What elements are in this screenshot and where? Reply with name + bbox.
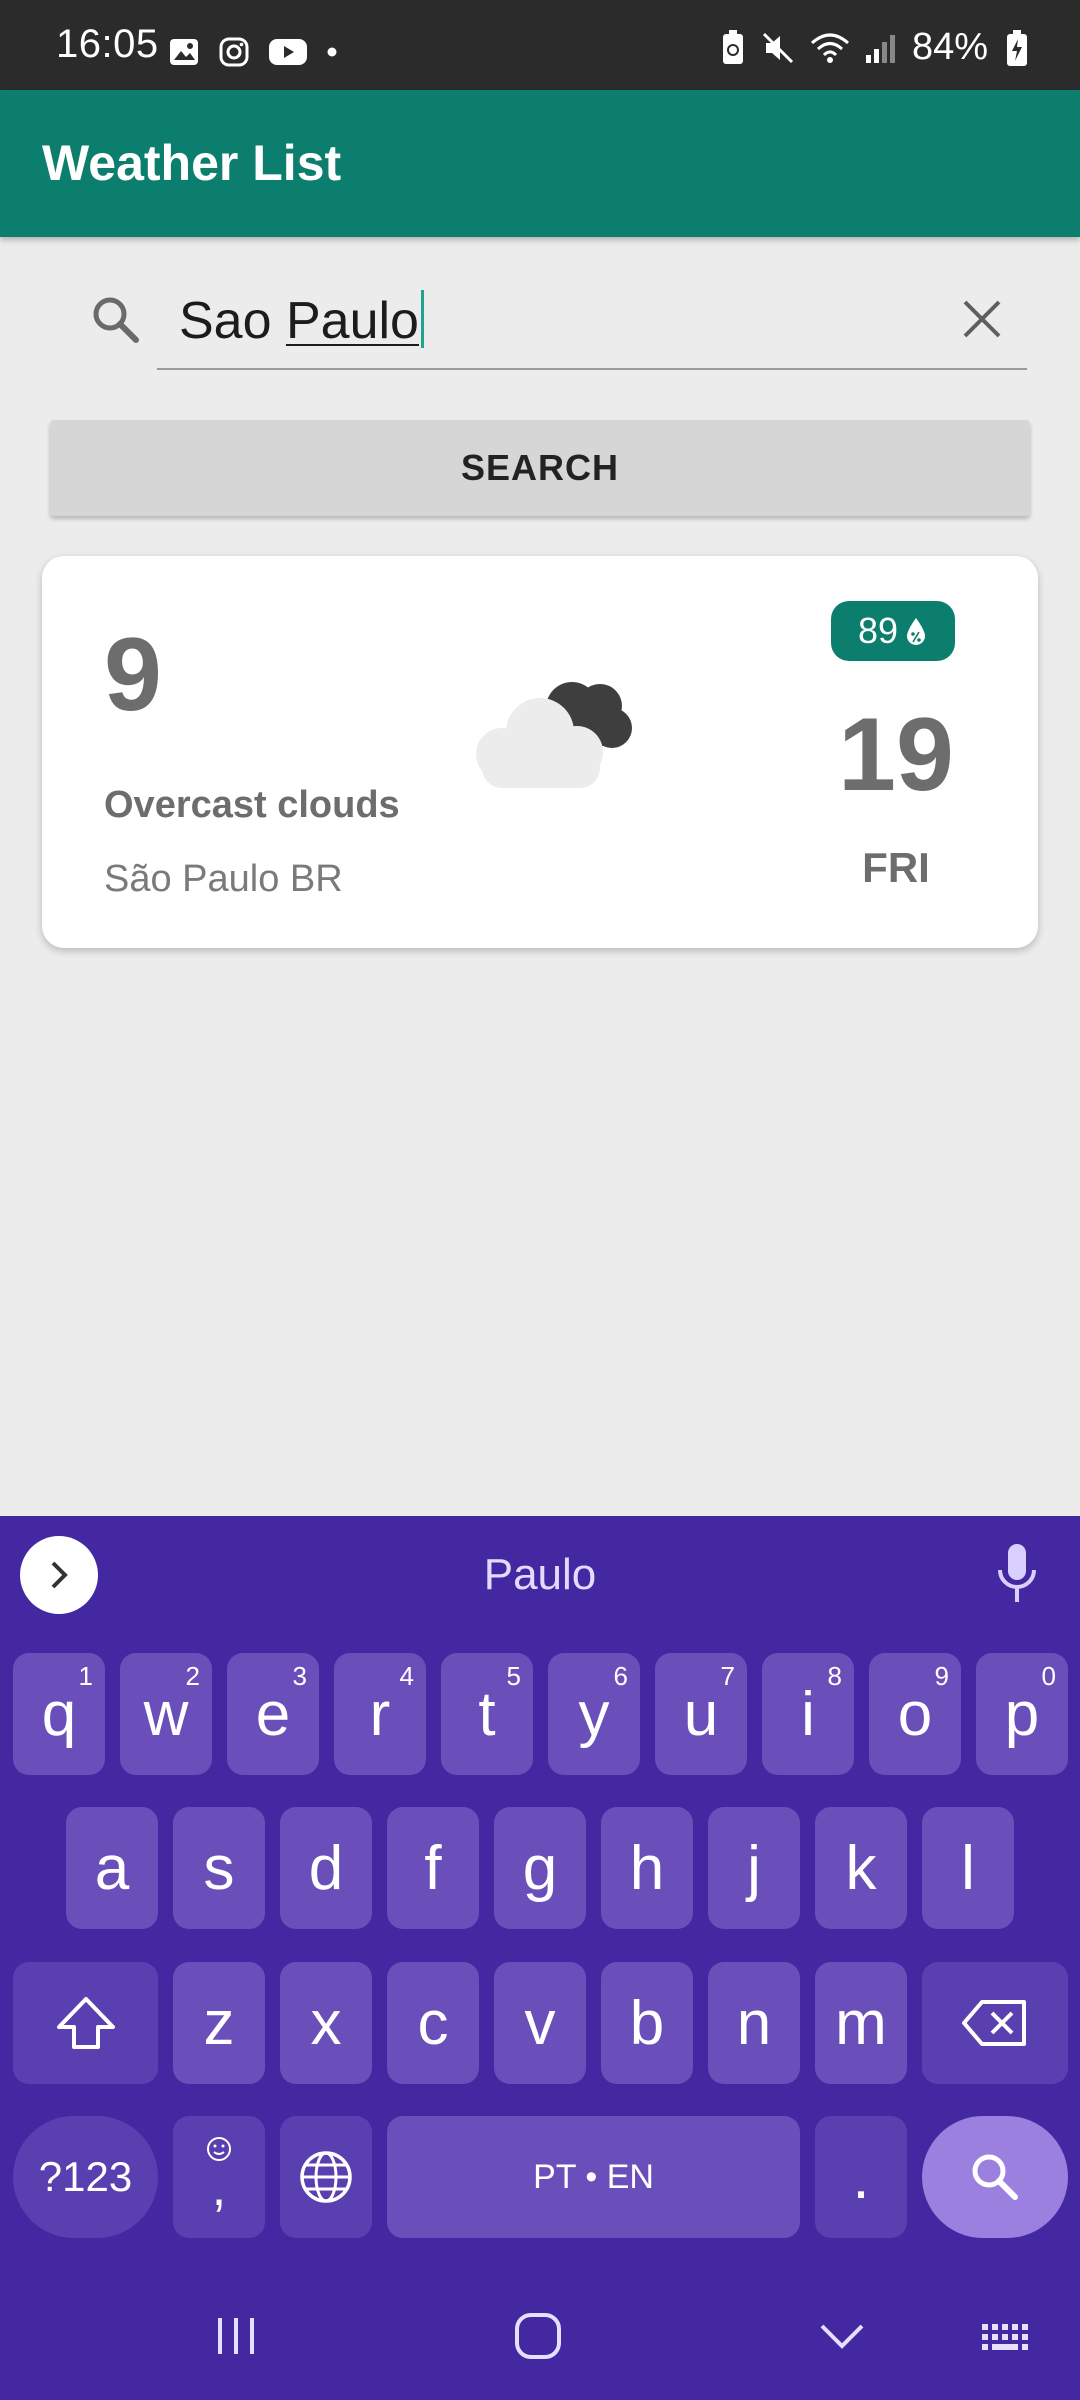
text-cursor (420, 290, 424, 348)
humidity-drop-icon (907, 618, 926, 645)
weather-card[interactable]: 9 Overcast clouds São Paulo BR 89 19 FRI (42, 556, 1038, 948)
key-e[interactable]: e3 (227, 1653, 319, 1775)
keyboard-icon[interactable] (978, 2306, 1038, 2366)
gallery-icon (170, 39, 198, 65)
key-t[interactable]: t5 (441, 1653, 533, 1775)
key-d[interactable]: d (280, 1807, 372, 1929)
instagram-icon (219, 37, 249, 67)
search-input-value: Sao Paulo (179, 290, 424, 351)
signal-icon (865, 34, 895, 63)
clear-search-icon[interactable] (957, 294, 1007, 344)
globe-icon (300, 2151, 352, 2203)
app-title: Weather List (42, 135, 342, 191)
weather-description: Overcast clouds (104, 784, 400, 826)
key-v[interactable]: v (494, 1962, 586, 2084)
key-j[interactable]: j (708, 1807, 800, 1929)
period-key[interactable]: . (815, 2116, 907, 2238)
temperature: 9 (104, 617, 162, 733)
backspace-icon (962, 2000, 1026, 2046)
humidity-value: 89 (857, 610, 899, 651)
app-bar: Weather List (0, 90, 1080, 237)
key-f[interactable]: f (387, 1807, 479, 1929)
chevron-down-icon[interactable] (812, 2306, 872, 2366)
key-p[interactable]: p0 (976, 1653, 1068, 1775)
dot-icon (327, 47, 337, 57)
key-q[interactable]: q1 (13, 1653, 105, 1775)
key-x[interactable]: x (280, 1962, 372, 2084)
day-number: 19 (838, 697, 954, 813)
status-time: 16:05 (56, 22, 159, 66)
key-b[interactable]: b (601, 1962, 693, 2084)
status-bar: 16:05 84% (0, 0, 1080, 90)
key-k[interactable]: k (815, 1807, 907, 1929)
home-icon[interactable] (508, 2306, 568, 2366)
key-i[interactable]: i8 (762, 1653, 854, 1775)
search-button[interactable]: SEARCH (50, 420, 1030, 516)
battery-saver-icon (722, 29, 743, 64)
key-r[interactable]: r4 (334, 1653, 426, 1775)
key-u[interactable]: u7 (655, 1653, 747, 1775)
overcast-cloud-icon (476, 682, 632, 788)
microphone-icon[interactable] (992, 1542, 1042, 1608)
backspace-key[interactable] (922, 1962, 1068, 2084)
navigation-bar (0, 2268, 1080, 2400)
search-icon (972, 2154, 1018, 2200)
wifi-icon (810, 33, 849, 63)
key-m[interactable]: m (815, 1962, 907, 2084)
youtube-icon (269, 39, 307, 65)
shift-key[interactable] (13, 1962, 158, 2084)
battery-level: 84% (911, 26, 988, 68)
language-key[interactable] (280, 2116, 372, 2238)
key-o[interactable]: o9 (869, 1653, 961, 1775)
key-l[interactable]: l (922, 1807, 1014, 1929)
city-name: São Paulo BR (104, 858, 343, 900)
search-input[interactable]: Sao Paulo (157, 270, 1027, 370)
keyboard-suggestion[interactable]: Paulo (0, 1550, 1080, 1600)
key-a[interactable]: a (66, 1807, 158, 1929)
system-icons: 84% (720, 26, 1028, 69)
mute-icon (762, 32, 793, 63)
notification-icons (168, 36, 338, 68)
recent-apps-icon[interactable] (206, 2306, 266, 2366)
search-icon (93, 297, 139, 343)
key-y[interactable]: y6 (548, 1653, 640, 1775)
key-g[interactable]: g (494, 1807, 586, 1929)
key-z[interactable]: z (173, 1962, 265, 2084)
shift-icon (56, 1997, 115, 2049)
key-s[interactable]: s (173, 1807, 265, 1929)
key-h[interactable]: h (601, 1807, 693, 1929)
key-w[interactable]: w2 (120, 1653, 212, 1775)
humidity-badge: 89 (831, 601, 955, 661)
day-name: FRI (862, 844, 930, 891)
space-key[interactable]: PT • EN (387, 2116, 800, 2238)
battery-charging-icon (1007, 29, 1027, 66)
symbols-key[interactable]: ?123 (13, 2116, 158, 2238)
key-n[interactable]: n (708, 1962, 800, 2084)
comma-key[interactable]: , (173, 2116, 265, 2238)
key-c[interactable]: c (387, 1962, 479, 2084)
search-action-key[interactable] (922, 2116, 1068, 2238)
